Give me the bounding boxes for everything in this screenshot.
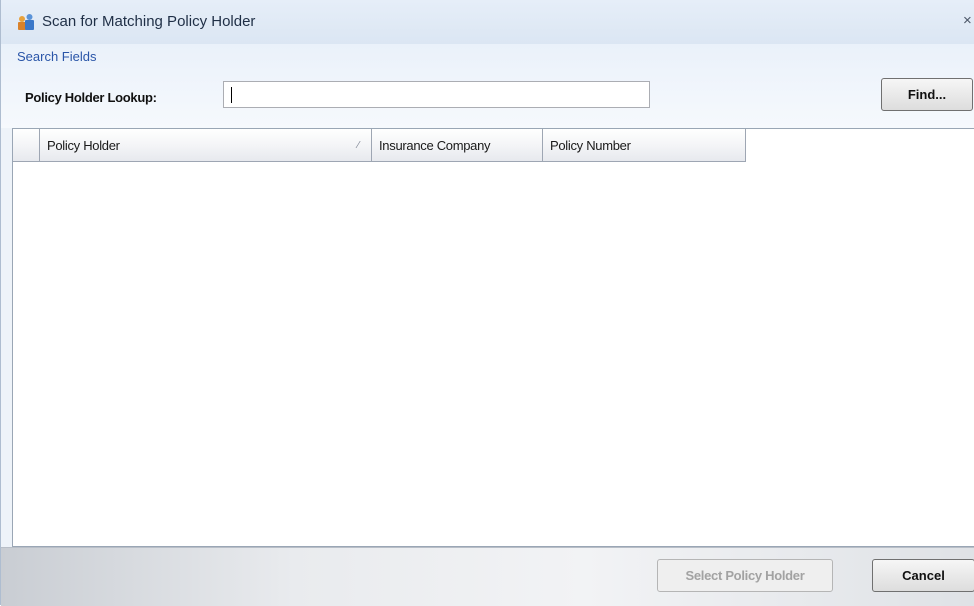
footer-bar: Select Policy Holder Cancel: [1, 547, 974, 606]
column-header-label: Policy Number: [550, 138, 631, 153]
column-header-policy-number[interactable]: Policy Number: [543, 129, 746, 162]
cancel-button[interactable]: Cancel: [872, 559, 974, 592]
title-bar: Scan for Matching Policy Holder ×: [1, 0, 974, 44]
sort-ascending-icon: ⁄: [357, 140, 360, 151]
policy-holder-lookup-label: Policy Holder Lookup:: [25, 90, 157, 105]
search-fields-group: Search Fields Policy Holder Lookup: Find…: [1, 44, 974, 128]
column-header-policy-holder[interactable]: Policy Holder ⁄: [40, 129, 372, 162]
people-icon: [17, 13, 35, 31]
column-header-label: Policy Holder: [47, 138, 120, 153]
select-policy-holder-button[interactable]: Select Policy Holder: [657, 559, 833, 592]
grid-header: Policy Holder ⁄ Insurance Company Policy…: [13, 129, 746, 162]
row-selector-header: [13, 129, 40, 162]
find-button[interactable]: Find...: [881, 78, 973, 111]
close-icon[interactable]: ×: [963, 12, 972, 29]
window-title: Scan for Matching Policy Holder: [42, 13, 256, 30]
text-caret: [231, 87, 232, 103]
search-fields-label: Search Fields: [17, 49, 97, 64]
column-header-insurance-company[interactable]: Insurance Company: [372, 129, 543, 162]
dialog-window: Scan for Matching Policy Holder × Search…: [0, 0, 974, 606]
results-grid[interactable]: Policy Holder ⁄ Insurance Company Policy…: [12, 128, 974, 547]
column-header-label: Insurance Company: [379, 138, 491, 153]
policy-holder-lookup-input[interactable]: [223, 81, 650, 108]
